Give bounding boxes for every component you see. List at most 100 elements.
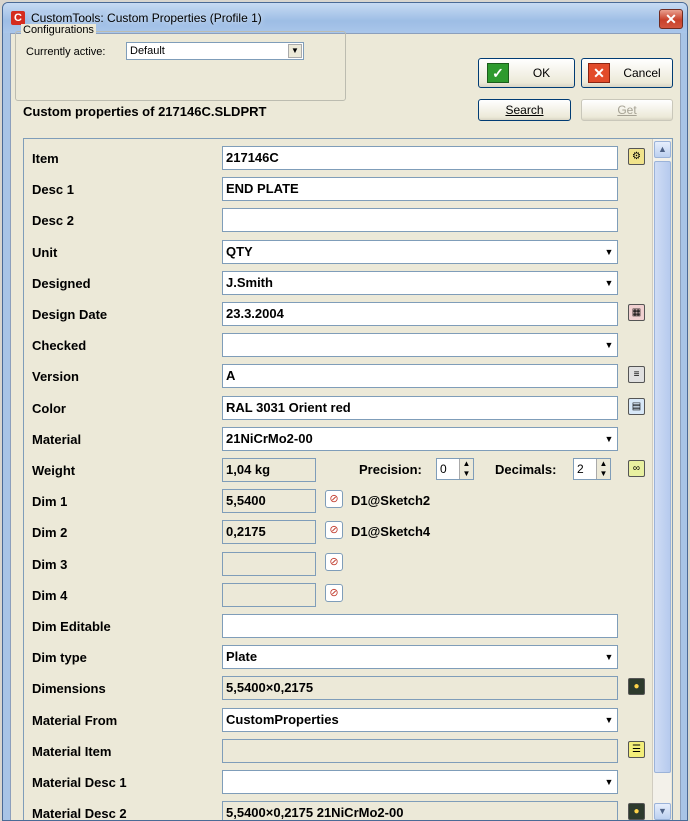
traffic-light-icon[interactable]: ●	[628, 678, 645, 696]
property-value-field[interactable]: RAL 3031 Orient red	[222, 395, 618, 420]
property-value-field[interactable]: CustomProperties ▼	[222, 707, 618, 732]
property-value: A	[226, 368, 236, 384]
chevron-down-icon[interactable]: ▼	[602, 712, 616, 728]
decimals-label: Decimals:	[495, 462, 557, 477]
property-row: Dim 2 0,2175 ⊘ D1@Sketch4	[24, 517, 644, 548]
dimension-pick-icon[interactable]: ⊘	[325, 521, 343, 540]
property-value-field[interactable]: 5,5400	[222, 489, 316, 514]
get-button[interactable]: Get	[581, 99, 673, 121]
calculate-icon[interactable]: ∞	[628, 460, 645, 477]
dimension-reference: D1@Sketch4	[351, 524, 431, 540]
property-value-field[interactable]	[222, 738, 618, 763]
property-value: 217146C	[226, 150, 279, 165]
properties-caption: Custom properties of 217146C.SLDPRT	[23, 104, 267, 119]
close-button[interactable]: ✕	[659, 9, 683, 29]
property-value-field[interactable]: 217146C	[222, 146, 618, 170]
property-value: END PLATE	[226, 181, 299, 197]
property-value-field[interactable]: J.Smith ▼	[222, 270, 618, 295]
property-label: Material Desc 1	[32, 775, 127, 790]
dimension-pick-icon[interactable]: ⊘	[325, 583, 343, 602]
property-value-field[interactable]: 0,2175	[222, 520, 316, 545]
property-label: Material	[32, 431, 82, 447]
configurations-legend: Configurations	[21, 24, 96, 36]
list-icon[interactable]: ☰	[628, 740, 645, 758]
revision-icon[interactable]: ≡	[628, 366, 645, 384]
currently-active-label: Currently active:	[26, 46, 106, 58]
property-value-field[interactable]	[222, 582, 316, 607]
color-palette-icon[interactable]: ▤	[628, 397, 645, 415]
scroll-thumb[interactable]	[654, 161, 671, 773]
spin-arrows-icon[interactable]: ▲ ▼	[459, 459, 473, 479]
property-row: Color RAL 3031 Orient red ▤	[24, 393, 645, 424]
chevron-down-icon[interactable]: ▼	[602, 337, 616, 353]
property-label: Item	[32, 151, 59, 166]
property-row: Weight 1,04 kg Precision: 0 ▲ ▼ Decimals: 2 ▲ ▼ ∞	[24, 455, 645, 486]
property-value-field[interactable]: 5,5400×0,2175	[222, 676, 618, 701]
traffic-light-icon[interactable]: ●	[628, 803, 645, 820]
property-value: CustomProperties	[226, 711, 339, 727]
vertical-scrollbar[interactable]: ▲ ▼	[652, 139, 671, 820]
property-label: Unit	[32, 244, 58, 260]
property-value-field[interactable]: 21NiCrMo2-00 ▼	[222, 426, 618, 451]
precision-label: Precision:	[359, 462, 422, 477]
cancel-icon: ✕	[588, 63, 610, 83]
chevron-down-icon[interactable]: ▼	[602, 649, 616, 665]
property-value-field[interactable]	[222, 551, 316, 576]
chevron-down-icon[interactable]: ▼	[602, 431, 616, 447]
custom-properties-dialog: C CustomTools: Custom Properties (Profil…	[2, 2, 688, 821]
chevron-down-icon[interactable]: ▼	[602, 275, 616, 291]
calendar-icon[interactable]: ▦	[628, 304, 645, 321]
property-label: Designed	[32, 275, 91, 291]
property-value-field[interactable]: ▼	[222, 770, 618, 794]
configuration-select[interactable]: Default ▼	[126, 42, 304, 60]
chevron-down-icon[interactable]: ▼	[288, 44, 302, 58]
chevron-down-icon[interactable]: ▼	[602, 244, 616, 260]
property-value: 21NiCrMo2-00	[226, 430, 313, 446]
property-value-field[interactable]: END PLATE	[222, 177, 618, 202]
cancel-button-label: Cancel	[623, 66, 661, 80]
property-label: Dimensions	[32, 681, 106, 697]
property-value: 5,5400×0,2175	[226, 680, 314, 696]
search-button[interactable]: Search	[478, 99, 571, 121]
chevron-down-icon[interactable]: ▼	[602, 774, 616, 790]
properties-panel: Item 217146C ⚙ Desc 1 END PLATE Desc 2 Unit QTY…	[23, 138, 673, 821]
configurations-group: Configurations Currently active: Default…	[15, 24, 346, 101]
property-label: Weight	[32, 463, 76, 478]
property-value-field[interactable]: A	[222, 364, 618, 389]
property-label: Dim 3	[32, 556, 68, 572]
cancel-button[interactable]: ✕ Cancel	[581, 58, 673, 88]
property-value: 0,2175	[226, 524, 266, 540]
dimension-pick-icon[interactable]: ⊘	[325, 552, 343, 571]
property-value-field[interactable]: 5,5400×0,2175 21NiCrMo2-00	[222, 801, 618, 821]
dialog-client-area: Configurations Currently active: Default…	[10, 24, 681, 821]
property-label: Dim 4	[32, 587, 68, 603]
decimals-stepper[interactable]: 2 ▲ ▼	[573, 458, 611, 480]
property-value: 5,5400×0,2175 21NiCrMo2-00	[226, 805, 404, 821]
property-value-field[interactable]: Plate ▼	[222, 645, 618, 670]
scroll-up-icon[interactable]: ▲	[654, 141, 671, 158]
property-value-field[interactable]: ▼	[222, 333, 618, 358]
title-bar[interactable]: C CustomTools: Custom Properties (Profil…	[3, 3, 687, 33]
filter-icon[interactable]: ⚙	[628, 148, 645, 165]
property-row: Desc 1 END PLATE	[24, 174, 644, 205]
property-label: Desc 2	[32, 213, 74, 229]
check-icon: ✓	[487, 63, 509, 83]
property-row: Dim Editable	[24, 611, 644, 642]
property-row: Designed J.Smith ▼	[24, 268, 644, 299]
property-row: Dim 3 ⊘	[24, 549, 644, 580]
property-row: Material Desc 2 5,5400×0,2175 21NiCrMo2-0…	[24, 798, 645, 821]
ok-button[interactable]: ✓ OK	[478, 58, 575, 88]
property-value: 5,5400	[226, 493, 266, 509]
property-value-field[interactable]: QTY ▼	[222, 239, 618, 264]
dimension-pick-icon[interactable]: ⊘	[325, 490, 343, 509]
property-label: Dim 1	[32, 494, 68, 510]
property-row: Dim 1 5,5400 ⊘ D1@Sketch2	[24, 486, 644, 517]
spin-arrows-icon[interactable]: ▲ ▼	[596, 459, 610, 479]
property-value-field[interactable]	[222, 208, 618, 233]
property-value-field[interactable]: 1,04 kg	[222, 458, 316, 482]
property-value-field[interactable]: 23.3.2004	[222, 302, 618, 326]
scroll-down-icon[interactable]: ▼	[654, 803, 671, 820]
property-label: Design Date	[32, 307, 108, 322]
precision-stepper[interactable]: 0 ▲ ▼	[436, 458, 474, 480]
property-value-field[interactable]	[222, 614, 618, 638]
